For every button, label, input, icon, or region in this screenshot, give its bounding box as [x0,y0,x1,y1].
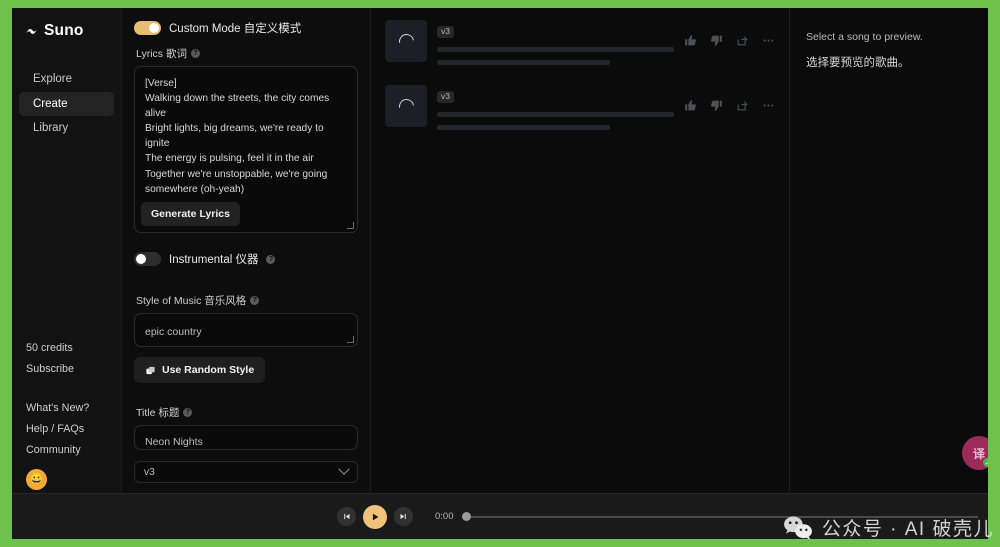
whats-new-link[interactable]: What's New? [12,398,122,419]
song-info: v3 [437,20,674,65]
custom-mode-row[interactable]: Custom Mode 自定义模式 [134,20,358,36]
chevron-down-icon [338,464,349,475]
lyrics-label: Lyrics 歌词 [136,46,187,61]
style-value: epic country [145,326,202,338]
skip-next-button[interactable] [394,507,413,526]
play-icon [370,512,380,522]
loading-spinner-icon [396,31,417,52]
current-time: 0:00 [435,511,454,522]
suno-logo-icon [24,24,39,39]
progress-track [462,516,979,518]
create-form-panel: Custom Mode 自定义模式 Lyrics 歌词 ? [Verse] Wa… [122,8,371,539]
title-input[interactable]: Neon Nights [134,425,358,450]
check-icon: ✓ [983,458,988,467]
skip-previous-button[interactable] [337,507,356,526]
model-version-value: v3 [144,467,155,478]
version-badge: v3 [437,26,454,38]
help-icon[interactable]: ? [266,255,275,264]
resize-handle-icon[interactable] [347,336,354,343]
preview-message-zh: 选择要预览的歌曲。 [806,54,972,70]
model-version-select[interactable]: v3 [134,461,358,483]
loading-spinner-icon [396,96,417,117]
skip-previous-icon [342,512,351,521]
toggle-knob [136,254,146,264]
title-placeholder-bar [437,47,674,52]
app-logo-text: Suno [44,22,84,40]
sidebar-lower-section: 50 credits Subscribe What's New? Help / … [12,338,122,490]
more-options-icon[interactable] [762,99,775,112]
thumb-up-icon[interactable] [684,99,697,112]
lyrics-label-row: Lyrics 歌词 ? [136,46,358,61]
instrumental-toggle[interactable] [134,252,161,266]
song-list: v3 v3 [371,8,790,539]
preview-panel: Select a song to preview. 选择要预览的歌曲。 [790,8,988,539]
credits-label: 50 credits [12,338,122,359]
more-options-icon[interactable] [762,34,775,47]
use-random-style-label: Use Random Style [162,364,254,376]
song-thumbnail[interactable] [385,85,427,127]
thumb-down-icon[interactable] [710,34,723,47]
progress-slider[interactable] [462,516,979,518]
lyrics-value: [Verse] Walking down the streets, the ci… [145,76,347,216]
avatar-glyph: 😀 [29,473,44,485]
dice-icon [145,365,156,376]
table-row[interactable]: v3 [381,79,779,136]
style-of-music-label: Style of Music 音乐风格 [136,293,246,308]
toggle-knob [149,23,159,33]
title-value: Neon Nights [145,436,203,448]
play-button[interactable] [363,505,387,529]
row-actions [684,85,775,112]
thumb-up-icon[interactable] [684,34,697,47]
title-label: Title 标题 [136,405,179,420]
title-placeholder-bar [437,112,674,117]
avatar[interactable]: 😀 [26,469,47,490]
subtitle-placeholder-bar [437,60,610,65]
help-icon[interactable]: ? [191,49,200,58]
resize-handle-icon[interactable] [347,222,354,229]
custom-mode-label: Custom Mode 自定义模式 [169,20,301,36]
skip-next-icon [399,512,408,521]
help-faqs-link[interactable]: Help / FAQs [12,419,122,440]
instrumental-label: Instrumental 仪器 [169,251,258,267]
use-random-style-button[interactable]: Use Random Style [134,357,265,383]
generate-lyrics-button[interactable]: Generate Lyrics [141,202,240,226]
style-of-music-input[interactable]: epic country [134,313,358,347]
share-icon[interactable] [736,34,749,47]
sidebar-spacer [12,380,122,398]
app-logo[interactable]: Suno [24,22,121,40]
song-info: v3 [437,85,674,130]
progress-knob[interactable] [462,512,471,521]
help-icon[interactable]: ? [183,408,192,417]
table-row[interactable]: v3 [381,14,779,71]
player-bar: 0:00 [12,493,988,539]
thumb-down-icon[interactable] [710,99,723,112]
preview-message-en: Select a song to preview. [806,30,972,46]
help-icon[interactable]: ? [250,296,259,305]
suno-app-window: Suno Explore Create Library 50 credits S… [12,8,988,539]
instrumental-row[interactable]: Instrumental 仪器 ? [134,251,358,267]
version-badge: v3 [437,91,454,103]
subtitle-placeholder-bar [437,125,610,130]
primary-nav: Explore Create Library [12,67,121,141]
screenshot-root: Suno Explore Create Library 50 credits S… [0,0,1000,547]
player-controls [337,505,413,529]
style-label-row: Style of Music 音乐风格 ? [136,293,358,308]
sidebar-item-create[interactable]: Create [19,92,114,117]
share-icon[interactable] [736,99,749,112]
custom-mode-toggle[interactable] [134,21,161,35]
song-thumbnail[interactable] [385,20,427,62]
community-link[interactable]: Community [12,440,122,461]
title-label-row: Title 标题 ? [136,405,358,420]
sidebar: Suno Explore Create Library 50 credits S… [12,8,122,539]
lyrics-textarea[interactable]: [Verse] Walking down the streets, the ci… [134,66,358,233]
subscribe-link[interactable]: Subscribe [12,359,122,380]
row-actions [684,20,775,47]
translate-widget-badge[interactable]: 译 ✓ [962,436,988,470]
sidebar-item-explore[interactable]: Explore [19,67,114,92]
sidebar-item-library[interactable]: Library [19,116,114,141]
